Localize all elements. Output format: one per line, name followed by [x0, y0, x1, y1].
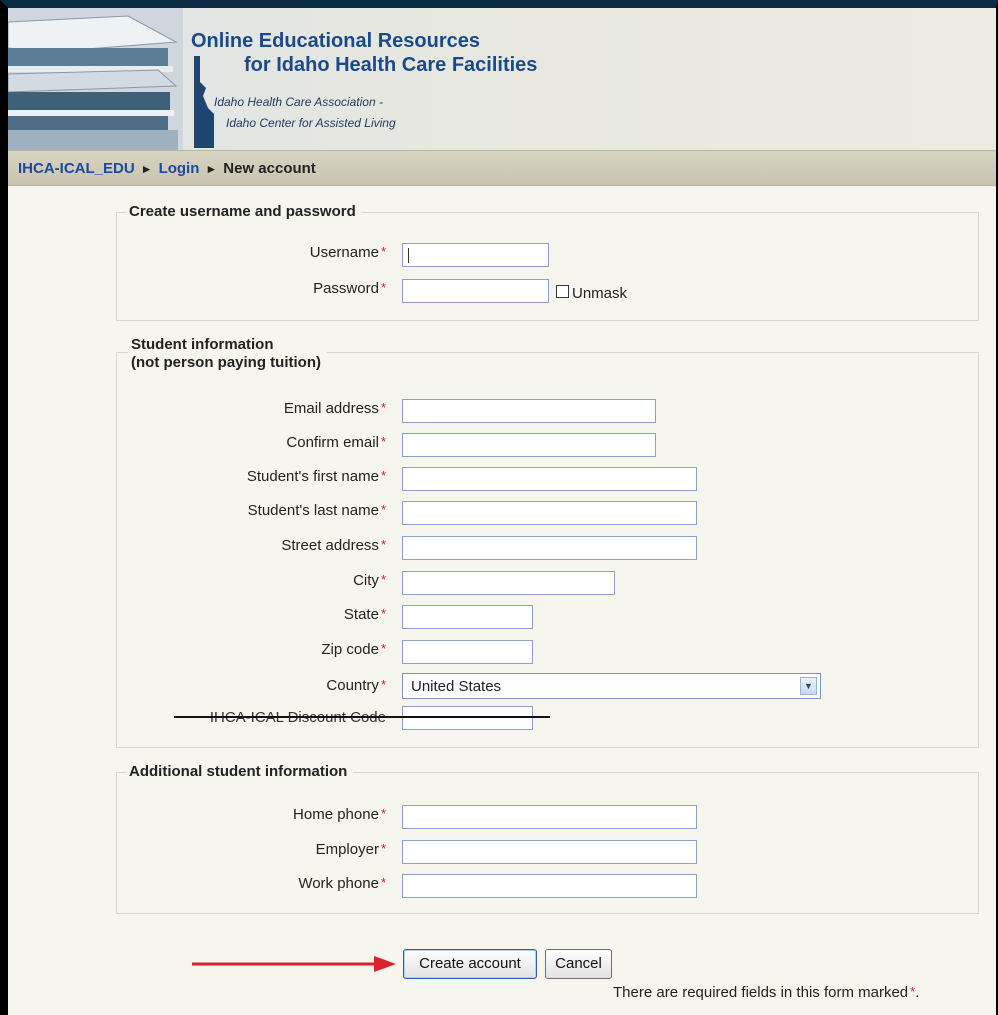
- required-fields-note: There are required fields in this form m…: [613, 984, 920, 1001]
- first-name-label: Student's first name *: [246, 468, 386, 485]
- password-input[interactable]: [402, 279, 549, 303]
- unmask-checkbox[interactable]: [556, 285, 569, 298]
- username-input[interactable]: [402, 243, 549, 267]
- student-info-legend-line2: (not person paying tuition): [131, 354, 321, 371]
- required-icon: *: [380, 875, 386, 890]
- city-label: City *: [353, 572, 386, 589]
- required-icon: *: [380, 606, 386, 621]
- country-select-value: United States: [411, 678, 502, 695]
- zip-code-input[interactable]: [402, 640, 533, 664]
- state-label: State *: [343, 606, 386, 623]
- required-icon: *: [380, 806, 386, 821]
- banner-title-line2: for Idaho Health Care Facilities: [244, 54, 538, 76]
- red-arrow-icon: [192, 956, 396, 972]
- home-phone-label: Home phone *: [293, 806, 386, 823]
- email-label: Email address *: [283, 400, 386, 417]
- first-name-input[interactable]: [402, 467, 697, 491]
- additional-info-legend: Additional student information: [126, 763, 354, 781]
- create-account-button[interactable]: Create account: [403, 949, 537, 979]
- employer-label: Employer *: [315, 841, 386, 858]
- strikethrough-line: [174, 716, 550, 718]
- idaho-state-icon: [194, 56, 214, 148]
- employer-input[interactable]: [402, 840, 697, 864]
- required-icon: *: [380, 468, 386, 483]
- breadcrumb-home-link[interactable]: IHCA-ICAL_EDU: [18, 160, 135, 177]
- required-icon: *: [380, 502, 386, 517]
- username-label: Username *: [309, 244, 386, 261]
- required-icon: *: [380, 572, 386, 587]
- breadcrumb-separator-icon: ►: [140, 162, 153, 176]
- required-icon: *: [380, 641, 386, 656]
- student-info-legend: Student information (not person paying t…: [128, 336, 327, 372]
- student-info-legend-line1: Student information: [131, 336, 274, 353]
- breadcrumb-bar: IHCA-ICAL_EDU ► Login ► New account: [8, 150, 996, 186]
- password-label: Password *: [313, 280, 386, 297]
- discount-code-input[interactable]: [402, 706, 533, 730]
- work-phone-input[interactable]: [402, 874, 697, 898]
- required-icon: *: [380, 841, 386, 856]
- country-select[interactable]: United States ▼: [402, 673, 821, 699]
- required-icon: *: [380, 537, 386, 552]
- breadcrumb-login-link[interactable]: Login: [159, 160, 200, 177]
- site-banner: Online Educational Resources for Idaho H…: [8, 8, 996, 150]
- required-icon: *: [380, 400, 386, 415]
- confirm-email-input[interactable]: [402, 433, 656, 457]
- work-phone-label: Work phone *: [298, 875, 386, 892]
- association-line2: Idaho Center for Assisted Living: [226, 116, 396, 130]
- text-cursor: [408, 248, 409, 263]
- street-address-input[interactable]: [402, 536, 697, 560]
- required-icon: *: [380, 434, 386, 449]
- books-logo: [8, 8, 183, 150]
- city-input[interactable]: [402, 571, 615, 595]
- breadcrumb: IHCA-ICAL_EDU ► Login ► New account: [18, 160, 316, 177]
- required-icon: *: [380, 244, 386, 259]
- breadcrumb-separator-icon: ►: [205, 162, 218, 176]
- street-address-label: Street address *: [281, 537, 386, 554]
- last-name-label: Student's last name *: [247, 502, 386, 519]
- state-input[interactable]: [402, 605, 533, 629]
- credentials-legend: Create username and password: [126, 203, 362, 221]
- required-icon: *: [380, 677, 386, 692]
- unmask-label: Unmask: [572, 285, 628, 302]
- last-name-input[interactable]: [402, 501, 697, 525]
- chevron-down-icon[interactable]: ▼: [800, 677, 817, 695]
- zip-code-label: Zip code *: [321, 641, 386, 658]
- required-icon: *: [380, 280, 386, 295]
- confirm-email-label: Confirm email *: [286, 434, 386, 451]
- email-input[interactable]: [402, 399, 656, 423]
- home-phone-input[interactable]: [402, 805, 697, 829]
- association-line1: Idaho Health Care Association -: [214, 95, 383, 109]
- country-label: Country *: [326, 677, 386, 694]
- banner-title-line1: Online Educational Resources: [191, 30, 480, 52]
- cancel-button[interactable]: Cancel: [545, 949, 612, 979]
- breadcrumb-current: New account: [223, 160, 316, 177]
